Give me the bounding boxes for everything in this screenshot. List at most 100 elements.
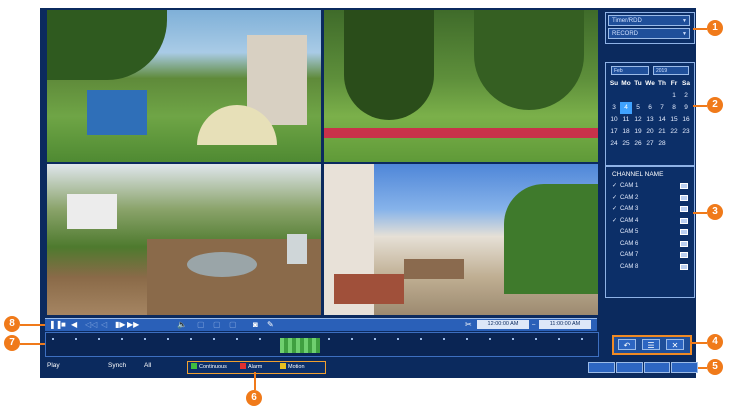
save-icon[interactable]: ▢ xyxy=(229,320,237,330)
calendar-day[interactable]: 11 xyxy=(620,114,632,126)
calendar-day[interactable]: 22 xyxy=(668,126,680,138)
channel-item[interactable]: ✓ CAM 3 xyxy=(612,205,688,214)
legend-alarm: Alarm xyxy=(240,363,262,371)
alarm-swatch xyxy=(240,363,246,369)
cut-icon[interactable]: ✂ xyxy=(465,320,472,330)
callout-4: 4 xyxy=(707,334,723,350)
channel-item[interactable]: ✓ CAM 1 xyxy=(612,182,688,191)
timeline-bar[interactable] xyxy=(45,332,599,357)
calendar-day[interactable]: 16 xyxy=(680,114,692,126)
camera-view-1[interactable] xyxy=(47,10,321,162)
channel-checkbox[interactable] xyxy=(680,194,688,201)
camera-view-2[interactable] xyxy=(324,10,598,162)
timeline-tick xyxy=(397,338,399,340)
calendar-day[interactable]: 1 xyxy=(668,90,680,102)
channel-checkbox[interactable] xyxy=(680,240,688,247)
calendar-day[interactable]: 8 xyxy=(668,102,680,114)
record-select[interactable]: RECORD ▼ xyxy=(608,28,690,39)
calendar-day[interactable]: 9 xyxy=(680,102,692,114)
stop-icon[interactable]: ■ xyxy=(61,320,66,330)
recording-segment[interactable] xyxy=(280,338,320,353)
calendar-day[interactable]: 26 xyxy=(632,138,644,150)
calendar-day[interactable]: 28 xyxy=(656,138,668,150)
timeline-tick xyxy=(466,338,468,340)
clip-icon[interactable]: ▢ xyxy=(213,320,221,330)
volume-icon[interactable]: 🔈 xyxy=(177,320,187,330)
calendar-day[interactable]: 14 xyxy=(656,114,668,126)
channel-item[interactable]: ✓ CAM 4 xyxy=(612,217,688,226)
calendar-day[interactable]: 3 xyxy=(608,102,620,114)
tab-2[interactable] xyxy=(615,362,643,373)
calendar-day[interactable]: 5 xyxy=(632,102,644,114)
calendar-day[interactable]: 21 xyxy=(656,126,668,138)
zoom-icon[interactable]: ▢ xyxy=(197,320,205,330)
calendar-day[interactable]: 10 xyxy=(608,114,620,126)
tab-1[interactable] xyxy=(588,362,615,373)
calendar-day[interactable]: 12 xyxy=(632,114,644,126)
calendar-empty-cell xyxy=(620,90,632,102)
calendar-day[interactable]: 24 xyxy=(608,138,620,150)
frame-forward-icon[interactable]: ▮▶ xyxy=(115,320,126,330)
calendar-day[interactable]: 19 xyxy=(632,126,644,138)
month-value: Feb xyxy=(614,68,623,74)
calendar-day[interactable]: 18 xyxy=(620,126,632,138)
calendar-week-row: 10 11 12 13 14 15 16 xyxy=(608,114,692,126)
calendar-day[interactable]: 20 xyxy=(644,126,656,138)
reverse-play-icon[interactable]: ◀ xyxy=(71,320,77,330)
channel-label: CAM 7 xyxy=(620,252,639,258)
check-icon: ✓ xyxy=(612,183,618,189)
play-label: Play xyxy=(47,362,60,369)
timeline-tick xyxy=(512,338,514,340)
channel-item[interactable]: CAM 6 xyxy=(612,240,688,249)
year-value: 2019 xyxy=(656,68,668,74)
back-button[interactable]: ↶ xyxy=(618,339,636,350)
chevron-down-icon: ▼ xyxy=(682,18,687,24)
pin-icon[interactable]: ✎ xyxy=(267,320,274,330)
channel-item[interactable]: CAM 7 xyxy=(612,251,688,260)
check-icon: ✓ xyxy=(612,206,618,212)
weekday-label: Tu xyxy=(634,80,642,87)
calendar-day[interactable]: 2 xyxy=(680,90,692,102)
step-icon[interactable]: ◁ xyxy=(101,320,107,330)
channel-checkbox[interactable] xyxy=(680,263,688,270)
channel-item[interactable]: CAM 8 xyxy=(612,263,688,272)
calendar-day[interactable]: 7 xyxy=(656,102,668,114)
snapshot-icon[interactable]: ◙ xyxy=(253,320,258,330)
calendar-header: Feb 2019 xyxy=(611,66,689,75)
camera-view-4[interactable] xyxy=(324,164,598,315)
camera-view-3[interactable] xyxy=(47,164,321,315)
type-select[interactable]: Timer/RDD ▼ xyxy=(608,15,690,26)
calendar-empty-cell xyxy=(668,138,680,150)
channel-checkbox[interactable] xyxy=(680,183,688,189)
start-time-field[interactable]: 12:00:00 AM xyxy=(477,320,529,329)
calendar-day[interactable]: 6 xyxy=(644,102,656,114)
playback-control-bar: ❚❚ ■ ◀ ◁◁ ◁ ▮▶ ▶▶ 🔈 ▢ ▢ ▢ ◙ ✎ ✂ 12:00:00… xyxy=(45,318,597,331)
channel-checkbox[interactable] xyxy=(680,252,688,258)
calendar-day[interactable]: 4 xyxy=(620,102,632,114)
channel-item[interactable]: ✓ CAM 2 xyxy=(612,194,688,203)
end-time-field[interactable]: 11:00:00 AM xyxy=(539,320,591,329)
channel-checkbox[interactable] xyxy=(680,206,688,212)
tab-3[interactable] xyxy=(643,362,671,373)
tab-4[interactable] xyxy=(671,362,698,373)
calendar-day[interactable]: 17 xyxy=(608,126,620,138)
timeline-tick xyxy=(581,338,583,340)
menu-button[interactable]: ☰ xyxy=(642,339,660,350)
close-button[interactable]: ✕ xyxy=(666,339,684,350)
calendar-day[interactable]: 15 xyxy=(668,114,680,126)
month-select[interactable]: Feb xyxy=(611,66,649,75)
fast-forward-icon[interactable]: ▶▶ xyxy=(127,320,139,330)
channel-checkbox[interactable] xyxy=(680,217,688,224)
channel-checkbox[interactable] xyxy=(680,229,688,235)
callout-5: 5 xyxy=(707,359,723,375)
synch-button[interactable]: Synch xyxy=(108,362,126,369)
calendar-day[interactable]: 13 xyxy=(644,114,656,126)
slow-icon[interactable]: ◁◁ xyxy=(85,320,97,330)
all-button[interactable]: All xyxy=(144,362,151,369)
channel-item[interactable]: CAM 5 xyxy=(612,228,688,237)
calendar-day[interactable]: 27 xyxy=(644,138,656,150)
calendar-day[interactable]: 23 xyxy=(680,126,692,138)
calendar-day[interactable]: 25 xyxy=(620,138,632,150)
year-select[interactable]: 2019 xyxy=(653,66,689,75)
callout-leader-6 xyxy=(254,372,256,390)
